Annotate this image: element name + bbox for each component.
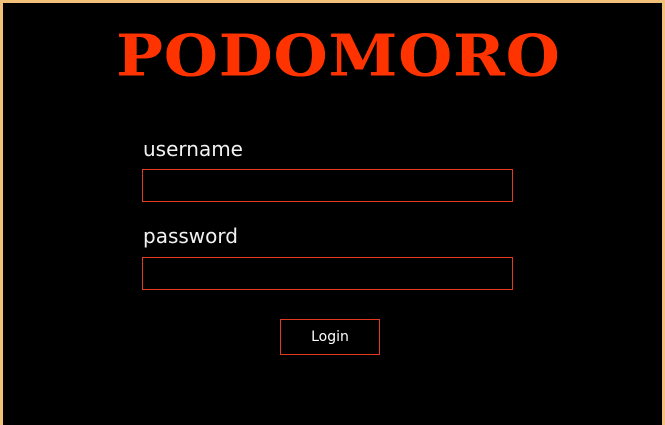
password-input[interactable] xyxy=(142,257,513,290)
podomoro-logo: PODOMORO xyxy=(116,21,561,90)
username-input[interactable] xyxy=(142,169,513,202)
username-label: username xyxy=(143,137,243,161)
login-button[interactable]: Login xyxy=(280,319,380,355)
login-window: PODOMORO username password Login xyxy=(3,3,662,425)
password-label: password xyxy=(143,224,238,248)
